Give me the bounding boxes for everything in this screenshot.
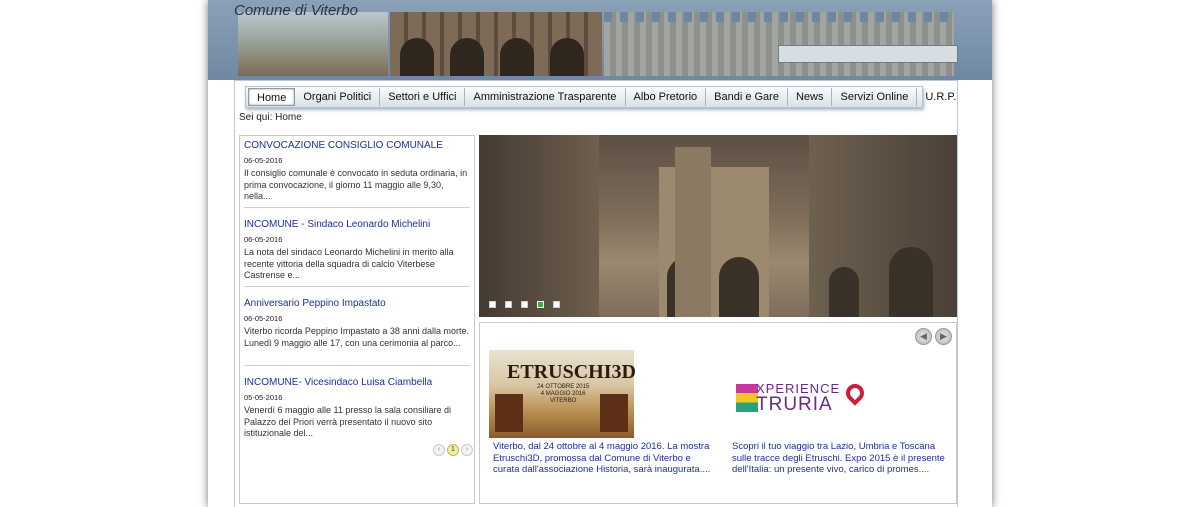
logo-line-2: TRURIA bbox=[756, 394, 833, 415]
etruschi3d-banner[interactable]: ETRUSCHI3D 24 OTTOBRE 2015 4 MAGGIO 2016… bbox=[489, 350, 636, 438]
slider-dot-5[interactable] bbox=[553, 301, 560, 308]
search-input[interactable] bbox=[778, 45, 958, 63]
news-date: 06-05-2016 bbox=[244, 235, 283, 244]
nav-albo-pretorio[interactable]: Albo Pretorio bbox=[626, 88, 707, 106]
news-item: INCOMUNE - Sindaco Leonardo Michelini 06… bbox=[244, 219, 470, 282]
breadcrumb: Sei qui: Home bbox=[239, 112, 302, 123]
news-pager: ‹ 1 › bbox=[433, 444, 473, 456]
featured-card: ETRUSCHI3D 24 OTTOBRE 2015 4 MAGGIO 2016… bbox=[489, 350, 711, 476]
carousel-arrows: ◀ ▶ bbox=[915, 328, 952, 345]
site-title: Comune di Viterbo bbox=[234, 2, 358, 19]
slider-dots bbox=[489, 301, 560, 308]
slide-image-building bbox=[809, 135, 957, 317]
banner-figure bbox=[600, 394, 628, 432]
photo-slider bbox=[479, 135, 957, 317]
nav-news[interactable]: News bbox=[788, 88, 833, 106]
nav-servizi-online[interactable]: Servizi Online bbox=[832, 88, 918, 106]
main-nav: Home Organi Politici Settori e Uffici Am… bbox=[245, 86, 956, 108]
pager-page-1[interactable]: 1 bbox=[447, 444, 459, 456]
slide-image bbox=[479, 135, 599, 317]
news-item: INCOMUNE- Vicesindaco Luisa Ciambella 05… bbox=[244, 377, 470, 440]
nav-urp[interactable]: U.R.P. bbox=[917, 88, 964, 106]
slider-dot-4[interactable] bbox=[537, 301, 544, 308]
news-item: Anniversario Peppino Impastato 06-05-201… bbox=[244, 298, 470, 349]
slide-image-tower bbox=[675, 147, 711, 317]
banner-dates: 24 OTTOBRE 2015 4 MAGGIO 2016 VITERBO bbox=[537, 384, 590, 404]
news-title[interactable]: CONVOCAZIONE CONSIGLIO COMUNALE bbox=[244, 140, 470, 151]
logo-e-mark bbox=[736, 384, 758, 412]
nav-settori-uffici[interactable]: Settori e Uffici bbox=[380, 88, 466, 106]
nav-amministrazione-trasparente[interactable]: Amministrazione Trasparente bbox=[465, 88, 626, 106]
news-title[interactable]: Anniversario Peppino Impastato bbox=[244, 298, 470, 309]
slider-dot-3[interactable] bbox=[521, 301, 528, 308]
page-frame: Comune di Viterbo Home Organi Politici S… bbox=[208, 0, 992, 507]
arrow-right-icon[interactable]: ▶ bbox=[935, 328, 952, 345]
slider-dot-1[interactable] bbox=[489, 301, 496, 308]
nav-home[interactable]: Home bbox=[248, 88, 296, 106]
news-divider bbox=[244, 207, 470, 208]
header-photo-walls bbox=[604, 12, 954, 76]
pager-next-button[interactable]: › bbox=[461, 444, 473, 456]
header-photo-city bbox=[238, 12, 388, 76]
featured-card: XPERIENCE TRURIA Scopri il tuo viaggio t… bbox=[728, 350, 948, 476]
news-excerpt: La nota del sindaco Leonardo Michelini i… bbox=[244, 247, 454, 280]
banner-title: ETRUSCHI3D bbox=[507, 361, 636, 383]
news-list: CONVOCAZIONE CONSIGLIO COMUNALE 06-05-20… bbox=[239, 135, 475, 504]
news-date: 06-05-2016 bbox=[244, 314, 283, 323]
news-excerpt: Venerdì 6 maggio alle 11 presso la sala … bbox=[244, 405, 451, 438]
news-date: 05-05-2016 bbox=[244, 393, 283, 402]
featured-card-text[interactable]: Scopri il tuo viaggio tra Lazio, Umbria … bbox=[728, 441, 950, 476]
featured-card-text[interactable]: Viterbo, dal 24 ottobre al 4 maggio 2016… bbox=[489, 441, 711, 476]
news-date: 06-05-2016 bbox=[244, 156, 283, 165]
news-item: CONVOCAZIONE CONSIGLIO COMUNALE 06-05-20… bbox=[244, 140, 470, 203]
news-divider bbox=[244, 365, 470, 366]
header-photo-arches bbox=[390, 12, 602, 76]
banner-figure bbox=[495, 394, 523, 432]
main-content: Home Organi Politici Settori e Uffici Am… bbox=[234, 80, 958, 507]
slider-dot-2[interactable] bbox=[505, 301, 512, 308]
nav-organi-politici[interactable]: Organi Politici bbox=[295, 88, 381, 106]
experience-etruria-logo[interactable]: XPERIENCE TRURIA bbox=[728, 350, 873, 438]
news-title[interactable]: INCOMUNE - Sindaco Leonardo Michelini bbox=[244, 219, 470, 230]
arrow-left-icon[interactable]: ◀ bbox=[915, 328, 932, 345]
news-excerpt: Il consiglio comunale è convocato in sed… bbox=[244, 168, 468, 201]
featured-carousel: ◀ ▶ ETRUSCHI3D 24 OTTOBRE 2015 4 MAGGIO … bbox=[479, 322, 957, 504]
site-header: Comune di Viterbo bbox=[208, 0, 992, 80]
pager-prev-button[interactable]: ‹ bbox=[433, 444, 445, 456]
news-excerpt: Viterbo ricorda Peppino Impastato a 38 a… bbox=[244, 326, 469, 348]
news-title[interactable]: INCOMUNE- Vicesindaco Luisa Ciambella bbox=[244, 377, 470, 388]
map-pin-icon bbox=[842, 380, 868, 406]
news-divider bbox=[244, 286, 470, 287]
nav-bandi-gare[interactable]: Bandi e Gare bbox=[706, 88, 788, 106]
